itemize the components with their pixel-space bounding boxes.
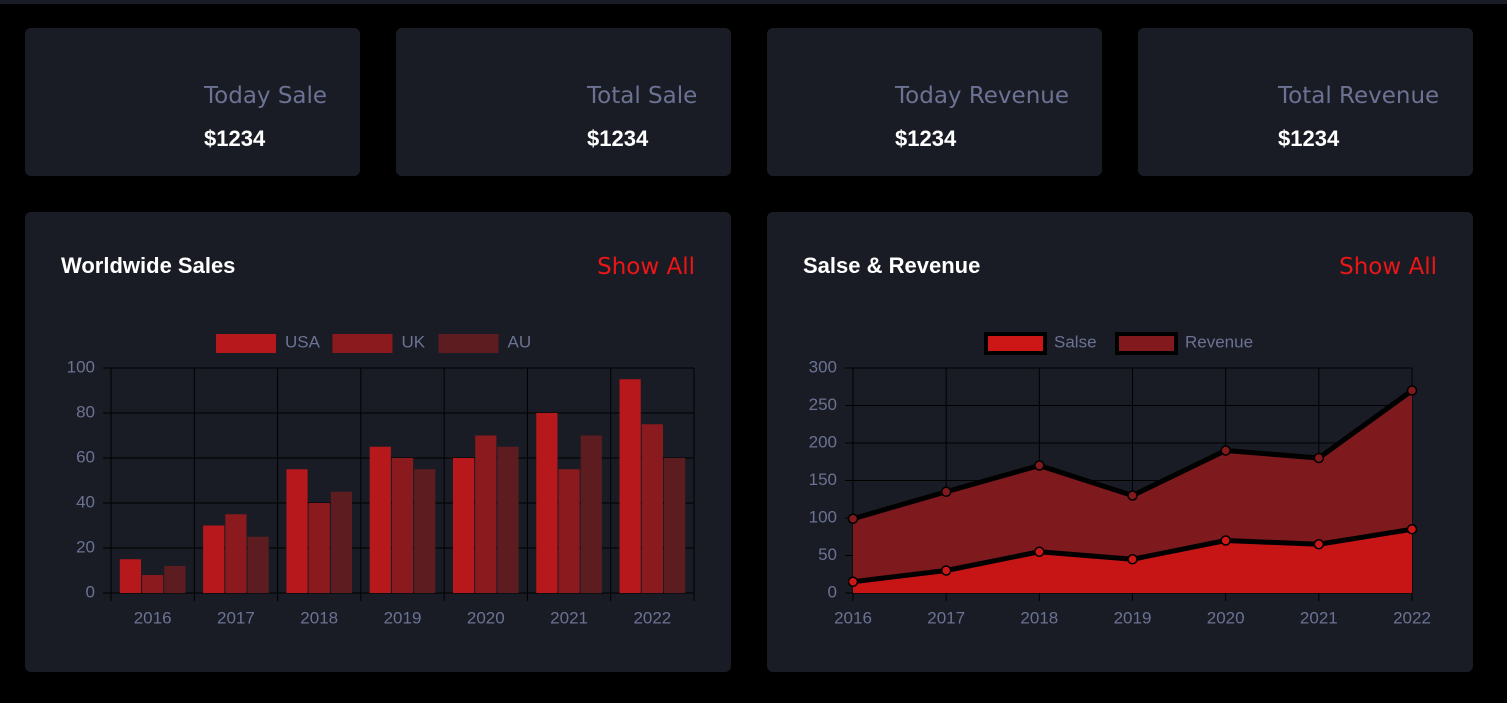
stat-value: $1234: [204, 126, 266, 151]
x-tick-label: 2016: [134, 608, 172, 627]
worldwide-sales-chart: 0 20 40 60 80 100 2016 2017 2018 2019 2020 2021 2022…: [67, 332, 695, 627]
top-bar: [0, 0, 1507, 4]
point-revenue: [1313, 452, 1325, 464]
x-tick-label: 2018: [1020, 608, 1058, 627]
x-tick-label: 2017: [927, 608, 965, 627]
bar-uk: [308, 503, 330, 593]
stat-value: $1234: [895, 126, 957, 151]
bar-au: [497, 446, 519, 593]
x-tick-label: 2021: [1300, 608, 1338, 627]
bar-au: [414, 469, 436, 593]
bar-au: [663, 458, 686, 593]
y-tick-label: 200: [809, 432, 837, 451]
y-tick-label: 100: [809, 507, 837, 526]
legend-label-salse: Salse: [1054, 332, 1097, 351]
bar-uk: [558, 469, 580, 593]
sales-revenue-card: Salse & Revenue Show All 0 50 100 150 200 250…: [767, 212, 1473, 672]
legend-swatch-salse: [984, 332, 1047, 355]
point-salse: [1034, 546, 1045, 557]
x-tick-label: 2019: [384, 608, 422, 627]
stat-card-today-revenue: Today Revenue $1234: [767, 28, 1102, 176]
bar-uk: [142, 575, 164, 593]
stat-value: $1234: [587, 126, 649, 151]
point-salse: [1220, 535, 1231, 546]
bar-usa: [452, 458, 475, 593]
bar-usa: [369, 446, 391, 593]
legend-swatch-uk: [332, 334, 393, 353]
y-tick-label: 0: [86, 582, 95, 601]
legend-label-au: AU: [508, 332, 532, 351]
stat-value: $1234: [1278, 126, 1340, 151]
point-salse: [1127, 554, 1138, 565]
y-tick-label: 300: [809, 357, 837, 376]
point-salse: [940, 565, 952, 576]
x-tick-label: 2019: [1114, 608, 1152, 627]
x-tick-label: 2018: [300, 608, 338, 627]
legend-label-usa: USA: [285, 332, 321, 351]
legend-label-uk: UK: [402, 332, 426, 351]
bar-uk: [225, 514, 247, 593]
bar-usa: [119, 559, 142, 593]
y-tick-label: 0: [828, 582, 837, 601]
stat-card-total-revenue: Total Revenue $1234: [1138, 28, 1473, 176]
point-salse: [847, 576, 859, 587]
x-tick-label: 2017: [217, 608, 255, 627]
bar-usa: [536, 413, 558, 593]
y-tick-label: 40: [76, 492, 95, 511]
stat-label: Total Sale: [587, 83, 698, 109]
worldwide-sales-card: Worldwide Sales Show All 0 20 40 60 80 100 201…: [25, 212, 731, 672]
bar-usa: [286, 469, 308, 593]
point-revenue: [940, 486, 952, 497]
y-tick-label: 80: [76, 402, 95, 421]
stat-label: Today Sale: [204, 83, 328, 109]
y-tick-label: 150: [809, 470, 837, 489]
point-salse: [1313, 539, 1325, 550]
bar-usa: [203, 525, 225, 593]
stat-card-total-sale: Total Sale $1234: [396, 28, 731, 176]
legend-swatch-revenue: [1115, 332, 1178, 355]
bar-au: [164, 566, 186, 593]
y-tick-label: 100: [67, 357, 95, 376]
stat-label: Today Revenue: [895, 83, 1069, 109]
bar-usa: [619, 379, 641, 593]
stat-label: Total Revenue: [1278, 83, 1440, 109]
x-tick-label: 2020: [1207, 608, 1245, 627]
bar-au: [330, 491, 353, 593]
bar-uk: [641, 424, 663, 593]
x-tick-label: 2021: [550, 608, 588, 627]
y-tick-label: 60: [76, 447, 95, 466]
bar-au: [247, 536, 269, 593]
legend-label-revenue: Revenue: [1185, 332, 1253, 351]
x-tick-label: 2022: [1393, 608, 1431, 627]
bar-au: [580, 435, 602, 593]
legend-swatch-au: [438, 334, 499, 353]
legend-swatch-usa: [216, 334, 276, 353]
stat-card-today-sale: Today Sale $1234: [25, 28, 360, 176]
y-tick-label: 250: [809, 395, 837, 414]
point-revenue: [1034, 460, 1045, 471]
y-tick-label: 20: [76, 537, 95, 556]
point-revenue: [1127, 490, 1138, 501]
x-tick-label: 2022: [633, 608, 671, 627]
point-revenue: [1406, 385, 1418, 396]
y-tick-label: 50: [818, 545, 837, 564]
point-revenue: [847, 513, 859, 524]
point-revenue: [1220, 445, 1231, 456]
point-salse: [1406, 524, 1418, 535]
x-tick-label: 2020: [467, 608, 505, 627]
bar-uk: [391, 458, 414, 593]
bar-uk: [475, 435, 497, 593]
x-tick-label: 2016: [834, 608, 872, 627]
sales-revenue-chart: 0 50 100 150 200 250 300 2016 2017 2018 2019 2020 20…: [809, 332, 1431, 627]
